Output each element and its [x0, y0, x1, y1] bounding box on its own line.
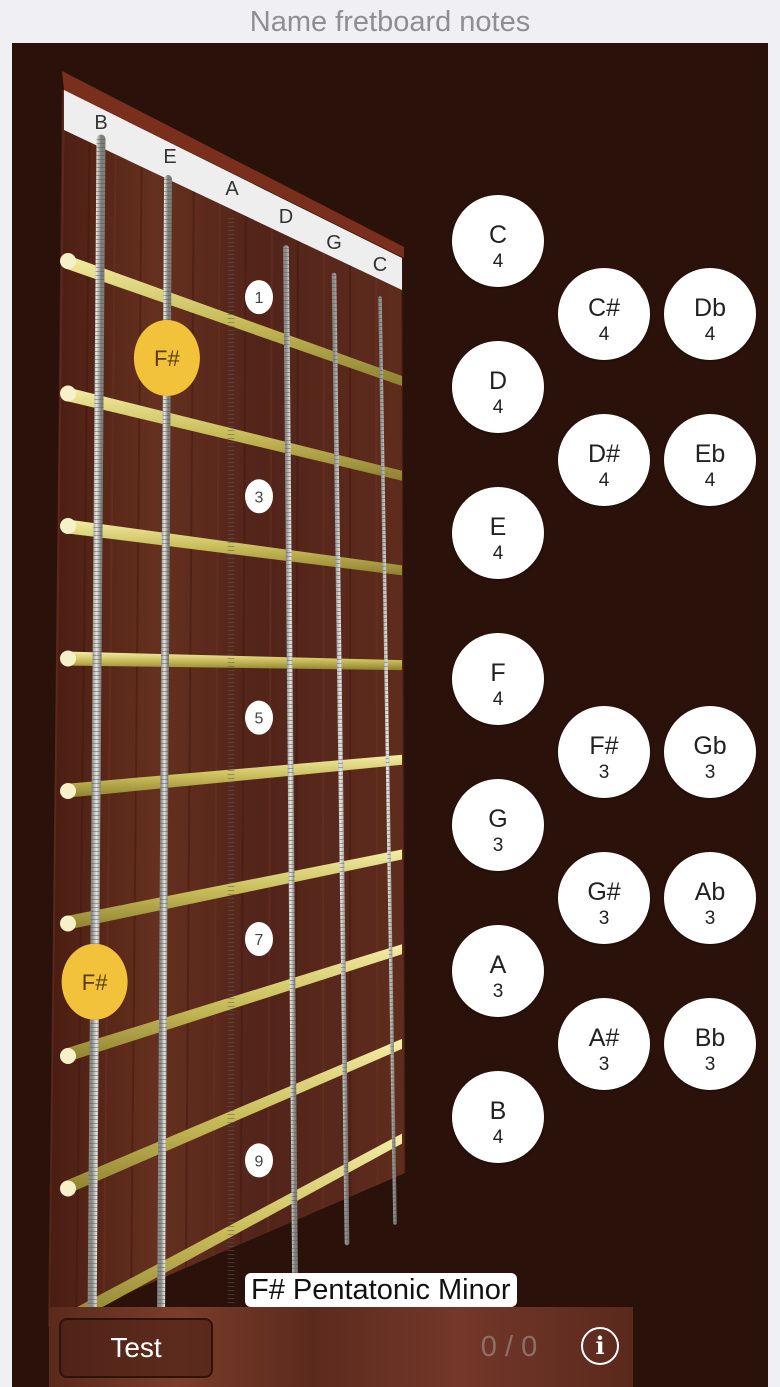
highlighted-note[interactable]: F#: [133, 320, 200, 397]
note-octave: 3: [598, 762, 610, 783]
note-name: Gb: [693, 732, 727, 760]
note-button-bb[interactable]: Bb 3: [664, 998, 756, 1090]
fret-end: [60, 518, 76, 534]
note-button-eb[interactable]: Eb 4: [664, 414, 756, 506]
page-title: Name fretboard notes: [249, 6, 531, 38]
note-button-db[interactable]: Db 4: [664, 268, 756, 360]
fret-marker-label: 1: [255, 290, 264, 307]
note-name: F: [490, 659, 506, 687]
note-button-d-sharp[interactable]: D# 4: [558, 414, 650, 506]
note-octave: 4: [492, 397, 504, 418]
fret-marker: 1: [245, 280, 273, 315]
note-name: A#: [588, 1024, 620, 1052]
note-octave: 4: [492, 543, 504, 564]
note-button-gb[interactable]: Gb 3: [664, 706, 756, 798]
note-name: D: [488, 367, 508, 395]
fret-marker: 3: [245, 479, 273, 514]
note-button-c[interactable]: C4: [452, 195, 544, 287]
string-label: B: [94, 112, 107, 134]
note-octave: 4: [492, 251, 504, 272]
note-octave: 4: [704, 324, 716, 345]
note-name: F#: [589, 732, 619, 760]
string-label: E: [163, 146, 176, 168]
test-button[interactable]: Test: [59, 1318, 213, 1378]
note-octave: 3: [492, 835, 504, 856]
note-octave: 3: [704, 1054, 716, 1075]
fret-marker-label: 7: [255, 932, 264, 949]
note-octave: 3: [704, 762, 716, 783]
fretboard[interactable]: 1 3 5 7 9 B E A D G C F# F#: [12, 43, 768, 1387]
note-button-a[interactable]: A3: [452, 925, 544, 1017]
note-name: Db: [694, 294, 726, 322]
highlighted-note-label: F#: [82, 970, 108, 995]
fret-end: [60, 1180, 76, 1197]
fret-marker: 7: [245, 922, 273, 957]
note-octave: 3: [598, 1054, 610, 1075]
note-button-f-sharp[interactable]: F# 3: [558, 706, 650, 798]
note-button-ab[interactable]: Ab 3: [664, 852, 756, 944]
note-name: Bb: [694, 1024, 726, 1052]
note-name: G: [488, 805, 508, 833]
app-panel: 13579 BEADGC F# F# C 4 C# 4 Db 4 D 4 D# 4 Eb 4 E 4 F 4 F#…: [12, 43, 768, 1387]
string-label: C: [373, 254, 387, 276]
note-name: E: [489, 513, 507, 541]
note-name: B: [489, 1097, 507, 1125]
fret-end: [60, 915, 76, 932]
note-name: A: [489, 951, 507, 979]
fret-end: [60, 783, 76, 799]
scale-label: F# Pentatonic Minor: [245, 1273, 517, 1307]
string-label: A: [225, 178, 239, 200]
note-octave: 4: [492, 1127, 504, 1148]
note-octave: 3: [492, 981, 504, 1002]
highlighted-note-label: F#: [154, 346, 180, 371]
note-octave: 4: [598, 470, 610, 491]
note-name: Ab: [694, 878, 726, 906]
note-button-g-sharp[interactable]: G# 3: [558, 852, 650, 944]
fret-end: [60, 650, 76, 667]
note-octave: 4: [704, 470, 716, 491]
note-octave: 3: [704, 908, 716, 929]
note-button-e[interactable]: E4: [452, 487, 544, 579]
fret-marker: 9: [245, 1143, 273, 1178]
note-name: C: [488, 221, 508, 249]
note-name: Eb: [694, 440, 726, 468]
fret-end: [60, 1048, 76, 1064]
fret-marker: 5: [245, 700, 273, 735]
note-button-d[interactable]: D4: [452, 341, 544, 433]
fret-end: [60, 253, 76, 269]
score-counter: 0 / 0: [480, 1331, 538, 1363]
fret-end: [60, 385, 76, 402]
fret-marker-label: 9: [255, 1153, 264, 1170]
note-button-f[interactable]: F4: [452, 633, 544, 725]
note-octave: 4: [492, 689, 504, 710]
note-button-a-sharp[interactable]: A# 3: [558, 998, 650, 1090]
fret-marker-label: 3: [255, 489, 264, 506]
string-label: G: [326, 232, 342, 254]
string-label: D: [279, 206, 293, 228]
note-button-c-sharp[interactable]: C# 4: [558, 268, 650, 360]
fret-marker-label: 5: [255, 711, 264, 728]
wood-grain: [321, 219, 325, 1209]
note-name: C#: [588, 294, 620, 322]
note-octave: 4: [598, 324, 610, 345]
note-name: D#: [588, 440, 620, 468]
highlighted-note[interactable]: F#: [61, 943, 128, 1020]
note-octave: 3: [598, 908, 610, 929]
info-icon[interactable]: i: [581, 1327, 619, 1365]
note-button-g[interactable]: G3: [452, 779, 544, 871]
bottom-toolbar: Test 0 / 0 i: [49, 1307, 633, 1387]
note-name: G#: [587, 878, 621, 906]
note-button-b[interactable]: B4: [452, 1071, 544, 1163]
